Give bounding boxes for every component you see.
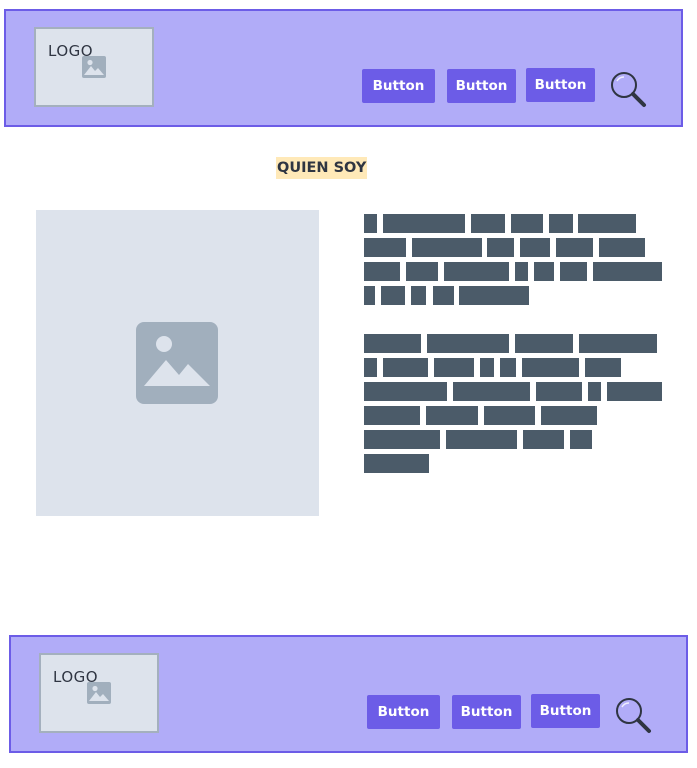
text-block	[578, 214, 636, 233]
text-block	[446, 430, 517, 449]
header-logo[interactable]: LOGO	[34, 27, 154, 107]
text-block	[383, 214, 465, 233]
search-icon[interactable]	[608, 69, 648, 109]
text-block	[471, 214, 505, 233]
text-paragraph-2	[364, 334, 664, 474]
text-line	[364, 430, 664, 450]
text-line	[364, 214, 664, 234]
header-bar: LOGO Button Button Button	[4, 9, 683, 127]
text-line	[364, 334, 664, 354]
text-block	[406, 262, 438, 281]
text-block	[364, 286, 375, 305]
nav-button-3[interactable]: Button	[526, 68, 595, 102]
text-block	[560, 262, 587, 281]
text-paragraph-1	[364, 214, 664, 306]
text-block	[364, 238, 406, 257]
text-block	[364, 430, 440, 449]
text-block	[522, 358, 579, 377]
text-block	[500, 358, 516, 377]
nav-button-1[interactable]: Button	[362, 69, 435, 103]
text-block	[549, 214, 573, 233]
text-block	[427, 334, 509, 353]
text-block	[579, 334, 657, 353]
text-block	[383, 358, 428, 377]
footer-button-1[interactable]: Button	[367, 695, 440, 729]
footer-bar: LOGO Button Button Button	[9, 635, 688, 753]
text-line	[364, 262, 664, 282]
text-block	[599, 238, 645, 257]
text-block	[523, 430, 564, 449]
text-block	[588, 382, 601, 401]
section-title: QUIEN SOY	[276, 157, 368, 179]
text-block	[434, 358, 474, 377]
text-line	[364, 382, 664, 402]
footer-button-2[interactable]: Button	[452, 695, 521, 729]
text-block	[520, 238, 550, 257]
text-block	[515, 334, 573, 353]
text-block	[556, 238, 593, 257]
text-block	[541, 406, 597, 425]
footer-logo[interactable]: LOGO	[39, 653, 159, 733]
text-block	[364, 262, 400, 281]
text-block	[459, 286, 529, 305]
image-icon	[87, 682, 111, 704]
text-line	[364, 454, 664, 474]
text-block	[433, 286, 454, 305]
text-block	[364, 358, 377, 377]
footer-button-3[interactable]: Button	[531, 694, 600, 728]
text-block	[593, 262, 662, 281]
text-block	[453, 382, 530, 401]
text-line	[364, 406, 664, 426]
text-block	[364, 214, 377, 233]
image-placeholder	[36, 210, 319, 516]
text-line	[364, 358, 664, 378]
text-block	[570, 430, 592, 449]
text-block	[480, 358, 494, 377]
text-block	[426, 406, 478, 425]
text-block	[444, 262, 509, 281]
search-icon[interactable]	[613, 695, 653, 735]
text-block	[364, 334, 421, 353]
text-line	[364, 238, 664, 258]
text-block	[381, 286, 405, 305]
nav-button-2[interactable]: Button	[447, 69, 516, 103]
image-placeholder-icon	[136, 322, 218, 404]
text-block	[511, 214, 543, 233]
text-block	[364, 454, 429, 473]
image-icon	[82, 56, 106, 78]
text-block	[515, 262, 528, 281]
text-block	[364, 406, 420, 425]
text-block	[536, 382, 582, 401]
text-block	[487, 238, 514, 257]
text-block	[411, 286, 426, 305]
text-block	[585, 358, 621, 377]
text-block	[534, 262, 554, 281]
text-block	[364, 382, 447, 401]
text-block	[484, 406, 535, 425]
text-block	[607, 382, 662, 401]
text-block	[412, 238, 482, 257]
text-line	[364, 286, 664, 306]
